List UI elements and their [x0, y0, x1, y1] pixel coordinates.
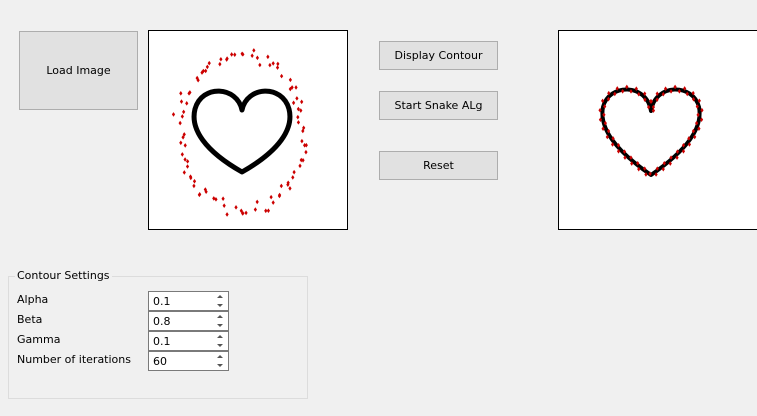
- load-image-button[interactable]: Load Image: [19, 31, 138, 110]
- contour-point-marker: [296, 120, 301, 125]
- contour-point-marker: [271, 61, 275, 66]
- contour-point-marker: [180, 114, 184, 119]
- final-contour-points: [598, 84, 704, 177]
- alpha-value: 0.1: [153, 295, 171, 308]
- contour-point-marker: [180, 152, 184, 157]
- contour-point-marker: [268, 62, 272, 68]
- contour-point-marker: [298, 163, 302, 169]
- contour-point-marker: [222, 203, 226, 208]
- contour-point-marker: [179, 91, 183, 96]
- contour-point-marker: [296, 114, 300, 120]
- contour-point-marker: [230, 52, 234, 57]
- contour-point-marker: [219, 56, 223, 62]
- contour-point-marker: [271, 200, 275, 205]
- iterations-value: 60: [153, 355, 167, 368]
- gamma-increment-icon[interactable]: [212, 332, 228, 341]
- start-snake-button[interactable]: Start Snake ALg: [379, 91, 498, 120]
- iterations-increment-icon[interactable]: [212, 352, 228, 361]
- contour-point-marker: [225, 212, 229, 217]
- contour-settings-title: Contour Settings: [15, 269, 112, 282]
- gamma-spinbox[interactable]: 0.1: [148, 331, 229, 351]
- contour-point-marker: [269, 194, 273, 200]
- contour-point-marker: [304, 149, 308, 155]
- contour-point-marker: [207, 60, 211, 66]
- contour-point-marker: [292, 169, 296, 175]
- contour-point-marker: [300, 138, 304, 144]
- contour-point-marker: [264, 208, 268, 214]
- contour-point-marker: [291, 175, 295, 180]
- gamma-value: 0.1: [153, 335, 171, 348]
- contour-point-marker: [275, 65, 280, 70]
- beta-decrement-icon[interactable]: [212, 321, 228, 330]
- contour-point-marker: [279, 73, 284, 79]
- gamma-label: Gamma: [17, 333, 61, 346]
- contour-point-marker: [218, 61, 222, 67]
- alpha-spinbox[interactable]: 0.1: [148, 291, 229, 311]
- gamma-decrement-icon[interactable]: [212, 341, 228, 350]
- contour-point-marker: [179, 99, 184, 104]
- contour-point-marker: [192, 183, 196, 189]
- beta-value: 0.8: [153, 315, 171, 328]
- input-image-canvas[interactable]: [148, 30, 348, 230]
- contour-point-marker: [255, 199, 259, 205]
- alpha-increment-icon[interactable]: [212, 292, 228, 301]
- beta-increment-icon[interactable]: [212, 312, 228, 321]
- beta-spinbox[interactable]: 0.8: [148, 311, 229, 331]
- input-image-svg: [171, 48, 308, 217]
- contour-point-marker: [205, 64, 209, 70]
- alpha-decrement-icon[interactable]: [212, 301, 228, 310]
- contour-point-marker: [221, 196, 225, 202]
- contour-point-marker: [288, 186, 292, 191]
- contour-point-marker: [233, 52, 237, 58]
- contour-point-marker: [288, 77, 293, 83]
- contour-point-marker: [291, 100, 296, 106]
- iterations-spinbox[interactable]: 60: [148, 351, 229, 371]
- iterations-label: Number of iterations: [17, 353, 131, 366]
- contour-point-marker: [192, 178, 197, 184]
- contour-point-marker: [300, 99, 304, 105]
- contour-point-marker: [258, 62, 262, 68]
- output-image-canvas[interactable]: [558, 30, 757, 230]
- reset-button[interactable]: Reset: [379, 151, 498, 180]
- contour-point-marker: [304, 142, 308, 148]
- beta-label: Beta: [17, 313, 43, 326]
- contour-point-marker: [299, 157, 303, 163]
- display-contour-button[interactable]: Display Contour: [379, 41, 498, 70]
- contour-point-marker: [279, 183, 283, 189]
- contour-point-marker: [234, 205, 238, 210]
- contour-point-marker: [182, 109, 186, 115]
- contour-point-marker: [179, 140, 183, 146]
- contour-point-marker: [252, 48, 256, 53]
- contour-point-marker: [178, 120, 182, 126]
- contour-point-marker: [183, 143, 187, 148]
- contour-point-marker: [185, 101, 189, 106]
- iterations-decrement-icon[interactable]: [212, 361, 228, 370]
- contour-point-marker: [244, 210, 248, 216]
- contour-point-marker: [185, 164, 190, 169]
- contour-point-marker: [253, 207, 257, 212]
- contour-point-marker: [294, 85, 298, 90]
- alpha-label: Alpha: [17, 293, 49, 306]
- contour-point-marker: [171, 112, 176, 117]
- contour-point-marker: [266, 54, 270, 60]
- contour-point-marker: [255, 55, 260, 61]
- contour-point-marker: [250, 53, 254, 59]
- output-image-svg: [598, 84, 704, 177]
- contour-point-marker: [295, 96, 299, 101]
- heart-shape: [191, 88, 293, 175]
- contour-point-marker: [182, 170, 186, 175]
- contour-point-marker: [276, 61, 280, 67]
